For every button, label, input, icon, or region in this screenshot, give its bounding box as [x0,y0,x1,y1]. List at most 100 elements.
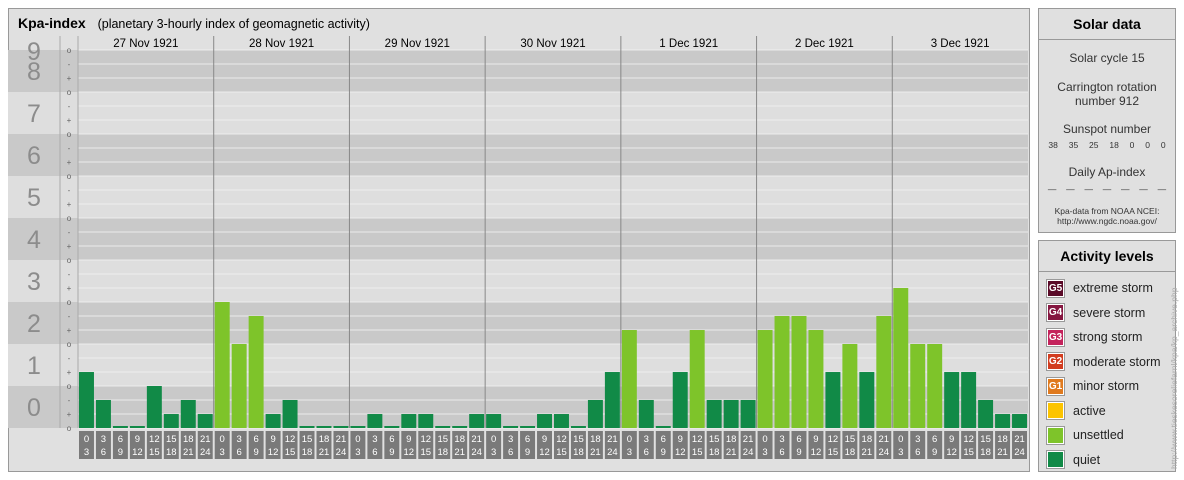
interval-end-label: 6 [372,447,377,458]
kp-bar [604,372,620,428]
interval-end-label: 21 [862,447,873,458]
kpa-bar-chart: 0123456789o+-o+-o+-o+-o+-o+-o+-o+-o+-o27… [8,36,1028,459]
sunspot-value: 35 [1068,140,1079,150]
credit-link[interactable]: http://www.ngdc.noaa.gov/ [1039,216,1175,226]
source-watermark: http://www.tieskesoreliefarnl/kpa/kp_arc… [1167,244,1181,469]
interval-end-label: 21 [319,447,330,458]
kp-bar [1012,414,1027,428]
interval-end-label: 15 [692,447,703,458]
interval-end-label: 3 [355,447,360,458]
watermark-text: http://www.tieskesoreliefarnl/kpa/kp_arc… [1169,287,1179,469]
level-band [8,92,1028,134]
y-sub-tick: - [68,228,71,237]
interval-start-label: 21 [743,434,754,445]
kp-bar [384,426,400,428]
interval-end-label: 6 [508,447,513,458]
y-sub-tick: + [67,326,72,335]
legend-item-unsettled: unsettled [1039,423,1175,448]
kp-bar [282,399,298,428]
interval-start-label: 18 [726,434,737,445]
interval-start-label: 18 [862,434,873,445]
interval-end-label: 3 [84,447,89,458]
interval-end-label: 24 [471,447,482,458]
y-tick-label: 7 [27,100,41,128]
y-sub-tick: + [67,368,72,377]
legend-swatch: G1 [1046,376,1065,396]
legend-label: minor storm [1073,379,1139,394]
y-sub-tick: - [68,312,71,321]
interval-start-label: 12 [420,434,431,445]
interval-end-label: 12 [539,447,550,458]
solar-data-panel: Solar data Solar cycle 15 Carrington rot… [1038,8,1176,233]
kp-bar [672,372,688,428]
interval-end-label: 3 [491,447,496,458]
interval-start-label: 3 [372,434,377,445]
ap-value: — [1102,184,1112,194]
kp-bar [180,399,196,428]
interval-start-label: 6 [796,434,801,445]
interval-end-label: 9 [118,447,123,458]
interval-start-label: 15 [302,434,313,445]
kp-bar [638,399,654,428]
y-tick-label: 0 [27,394,41,422]
interval-start-label: 18 [590,434,601,445]
day-label: 30 Nov 1921 [520,38,585,50]
kp-bar [927,344,943,428]
interval-start-label: 15 [845,434,856,445]
ap-values: — — — — — — — [1039,184,1175,194]
y-sub-tick: + [67,158,72,167]
ap-title: Daily Ap-index [1068,165,1146,179]
sunspot-title: Sunspot number [1062,122,1152,136]
interval-start-label: 9 [270,434,275,445]
legend-list: G5 extreme storm G4 severe storm G3 stro… [1039,272,1175,472]
y-sub-tick: + [67,284,72,293]
kp-bar [910,344,926,428]
kp-bar [893,288,909,428]
interval-start-label: 21 [607,434,618,445]
interval-start-label: 12 [149,434,160,445]
kp-bar [757,330,773,428]
interval-end-label: 6 [644,447,649,458]
interval-end-label: 15 [963,447,974,458]
interval-end-label: 18 [845,447,856,458]
level-band [8,176,1028,218]
kp-bar [723,399,739,428]
interval-end-label: 24 [336,447,347,458]
interval-end-label: 15 [556,447,567,458]
interval-start-label: 6 [525,434,530,445]
interval-start-label: 6 [253,434,258,445]
y-sub-tick: + [67,242,72,251]
y-tick-label: 2 [27,310,41,338]
activity-levels-panel: Activity levels G5 extreme storm G4 seve… [1038,240,1176,472]
y-sub-tick: o [67,214,72,223]
kp-bar [299,426,315,428]
y-tick-label: 9 [27,38,41,66]
legend-label: strong storm [1073,330,1143,345]
level-band [8,134,1028,176]
interval-start-label: 18 [183,434,194,445]
kp-bar [265,414,281,428]
kp-bar [791,315,807,428]
interval-start-label: 6 [932,434,937,445]
interval-end-label: 24 [607,447,618,458]
interval-end-label: 3 [762,447,767,458]
y-sub-tick: o [67,340,72,349]
solar-data-title: Solar data [1039,9,1175,40]
interval-end-label: 9 [661,447,666,458]
y-sub-tick: o [67,382,72,391]
interval-start-label: 12 [692,434,703,445]
kp-bar [469,414,485,428]
y-sub-tick: - [68,60,71,69]
interval-end-label: 3 [220,447,225,458]
interval-start-label: 18 [997,434,1008,445]
kp-bar [621,330,637,428]
interval-end-label: 3 [898,447,903,458]
y-sub-tick: - [68,396,71,405]
kp-bar [944,372,960,428]
y-tick-label: 6 [27,142,41,170]
interval-start-label: 3 [237,434,242,445]
level-band [8,260,1028,302]
kp-bar [248,315,264,428]
interval-end-label: 9 [389,447,394,458]
interval-start-label: 21 [879,434,890,445]
